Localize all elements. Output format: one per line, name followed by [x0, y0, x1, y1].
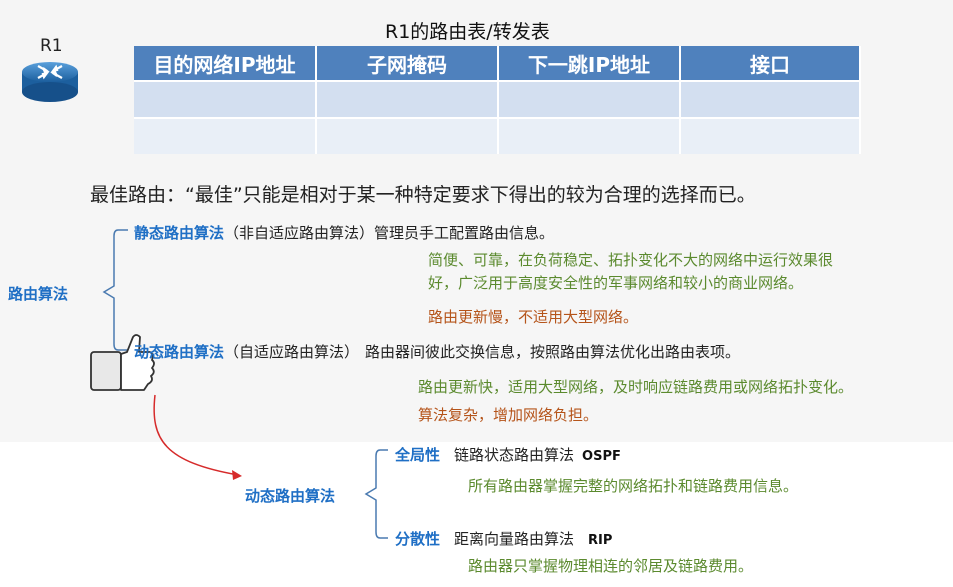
global-routing-line: 全局性 链路状态路由算法 OSPF	[395, 444, 621, 465]
dynamic-routing-line: 动态路由算法（自适应路由算法） 路由器间彼此交换信息，按照路由算法优化出路由表项。	[134, 341, 740, 362]
static-routing-line: 静态路由算法（非自适应路由算法）管理员手工配置路由信息。	[134, 222, 554, 243]
dynamic-advantage: 路由更新快，适用大型网络，及时响应链路费用或网络拓扑变化。	[418, 378, 854, 396]
static-advantage-line-2: 好，广泛用于高度安全性的军事网络和较小的商业网络。	[428, 274, 804, 292]
global-desc: 链路状态路由算法	[454, 446, 575, 464]
dynamic-routing-desc: 路由器间彼此交换信息，按照路由算法优化出路由表项。	[365, 343, 741, 361]
static-advantage-line-1: 简便、可靠，在负荷稳定、拓扑变化不大的网络中运行效果很	[428, 251, 834, 269]
dynamic-type-bracket	[364, 449, 388, 539]
routing-algorithm-label: 路由算法	[8, 285, 69, 303]
dynamic-routing-types-label: 动态路由算法	[245, 487, 336, 505]
distributed-routing-line: 分散性 距离向量路由算法 RIP	[395, 528, 612, 549]
dynamic-routing-alias: （自适应路由算法）	[224, 343, 360, 361]
algorithm-bracket	[102, 229, 128, 351]
global-label: 全局性	[395, 446, 441, 464]
red-arrow	[153, 394, 239, 476]
distributed-label: 分散性	[395, 530, 441, 548]
distributed-detail: 路由器只掌握物理相连的邻居及链路费用。	[468, 557, 754, 575]
ospf-protocol: OSPF	[582, 449, 621, 464]
red-arrowhead	[232, 470, 242, 480]
dynamic-disadvantage: 算法复杂，增加网络负担。	[418, 406, 599, 424]
global-detail: 所有路由器掌握完整的网络拓扑和链路费用信息。	[468, 477, 799, 495]
static-disadvantage: 路由更新慢，不适用大型网络。	[428, 308, 639, 326]
rip-protocol: RIP	[588, 533, 613, 548]
static-routing-alias: （非自适应路由算法）	[224, 224, 375, 242]
distributed-desc: 距离向量路由算法	[454, 530, 575, 548]
dynamic-routing-title: 动态路由算法	[134, 343, 225, 361]
diagram-connectors	[90, 229, 388, 539]
static-routing-title: 静态路由算法	[134, 224, 225, 242]
static-routing-desc: 管理员手工配置路由信息。	[374, 224, 555, 242]
